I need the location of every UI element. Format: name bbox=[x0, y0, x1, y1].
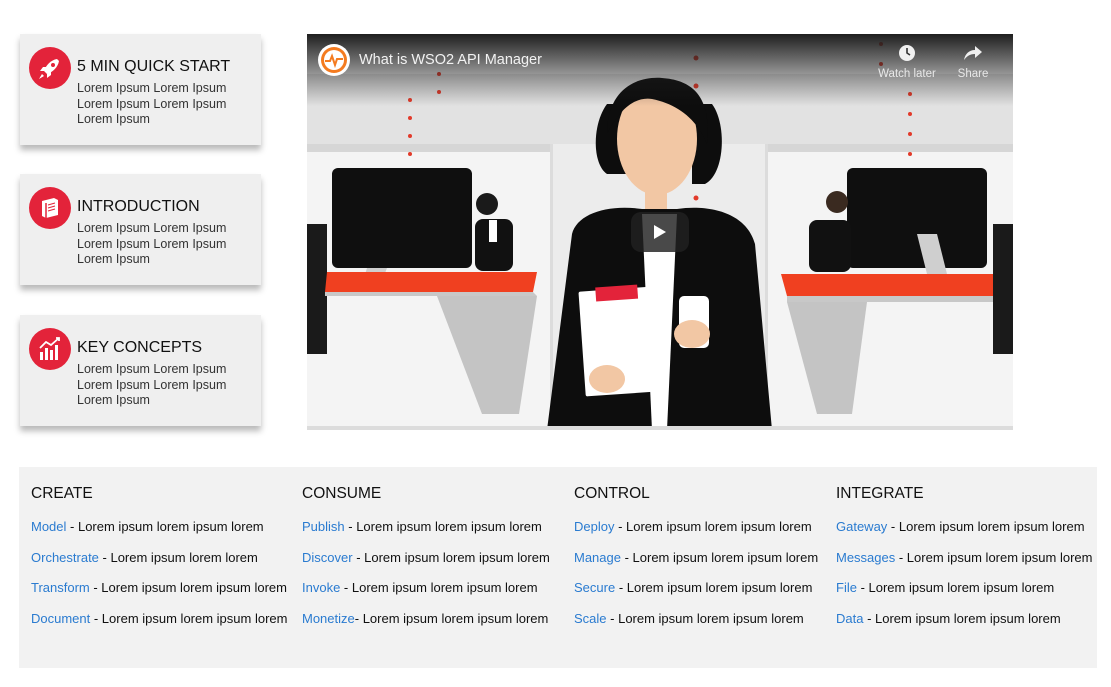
list-item: Transform - Lorem ipsum lorem ipsum lore… bbox=[31, 580, 287, 611]
link-secure[interactable]: Secure bbox=[574, 580, 615, 595]
link-model[interactable]: Model bbox=[31, 519, 66, 534]
list-item: Monetize- Lorem ipsum lorem ipsum lorem bbox=[302, 611, 550, 642]
item-text: - Lorem ipsum lorem ipsum lorem bbox=[340, 580, 538, 595]
column-heading: CONSUME bbox=[302, 485, 382, 502]
item-text: - Lorem ipsum lorem ipsum lorem bbox=[66, 519, 264, 534]
wso2-pulse-icon[interactable] bbox=[318, 44, 350, 76]
card-key-concepts[interactable]: KEY CONCEPTS Lorem Ipsum Lorem Ipsum Lor… bbox=[20, 315, 261, 426]
list-item: File - Lorem ipsum lorem ipsum lorem bbox=[836, 580, 1092, 611]
clock-icon bbox=[899, 45, 915, 61]
item-text: - Lorem ipsum lorem ipsum lorem bbox=[887, 519, 1085, 534]
item-text: - Lorem ipsum lorem ipsum lorem bbox=[856, 580, 1055, 595]
rocket-icon bbox=[29, 47, 71, 89]
list-item: Data - Lorem ipsum lorem ipsum lorem bbox=[836, 611, 1092, 642]
column-create: CREATE Model - Lorem ipsum lorem ipsum l… bbox=[31, 485, 287, 641]
book-icon bbox=[29, 187, 71, 229]
link-monetize[interactable]: Monetize bbox=[302, 611, 355, 626]
list-item: Manage - Lorem ipsum lorem ipsum lorem bbox=[574, 550, 818, 581]
item-text: - Lorem ipsum lorem ipsum lorem bbox=[614, 519, 812, 534]
item-text: - Lorem ipsum lorem ipsum lorem bbox=[615, 580, 813, 595]
item-text: - Lorem ipsum lorem ipsum lorem bbox=[606, 610, 804, 626]
card-title: 5 MIN QUICK START bbox=[77, 58, 231, 75]
link-file[interactable]: File bbox=[836, 580, 857, 595]
item-text: - Lorem ipsum lorem ipsum lorem bbox=[344, 519, 542, 534]
feature-panel: CREATE Model - Lorem ipsum lorem ipsum l… bbox=[19, 467, 1097, 668]
card-description: Lorem Ipsum Lorem Ipsum Lorem Ipsum Lore… bbox=[77, 362, 227, 407]
list-item: Orchestrate - Lorem ipsum lorem lorem bbox=[31, 550, 287, 581]
item-text: - Lorem ipsum lorem ipsum lorem bbox=[89, 580, 287, 595]
chart-icon bbox=[29, 328, 71, 370]
share-icon bbox=[964, 46, 982, 60]
item-text: - Lorem ipsum lorem ipsum lorem bbox=[90, 610, 288, 626]
list-item: Invoke - Lorem ipsum lorem ipsum lorem bbox=[302, 580, 550, 611]
card-description: Lorem Ipsum Lorem Ipsum Lorem Ipsum Lore… bbox=[77, 81, 227, 126]
card-description: Lorem Ipsum Lorem Ipsum Lorem Ipsum Lore… bbox=[77, 221, 227, 266]
link-scale[interactable]: Scale bbox=[574, 611, 607, 626]
link-transform[interactable]: Transform bbox=[31, 580, 90, 595]
item-text: - Lorem ipsum lorem ipsum lorem bbox=[620, 549, 819, 565]
card-quick-start[interactable]: 5 MIN QUICK START Lorem Ipsum Lorem Ipsu… bbox=[20, 34, 261, 145]
video-player[interactable]: What is WSO2 API Manager Watch later Sha… bbox=[307, 34, 1013, 430]
card-introduction[interactable]: INTRODUCTION Lorem Ipsum Lorem Ipsum Lor… bbox=[20, 174, 261, 285]
list-item: Deploy - Lorem ipsum lorem ipsum lorem bbox=[574, 519, 818, 550]
list-item: Model - Lorem ipsum lorem ipsum lorem bbox=[31, 519, 287, 550]
card-title: KEY CONCEPTS bbox=[77, 339, 203, 356]
list-item: Secure - Lorem ipsum lorem ipsum lorem bbox=[574, 580, 818, 611]
link-publish[interactable]: Publish bbox=[302, 519, 345, 534]
item-text: - Lorem ipsum lorem ipsum lorem bbox=[354, 610, 549, 626]
watch-later-button[interactable]: Watch later bbox=[877, 44, 937, 80]
column-consume: CONSUME Publish - Lorem ipsum lorem ipsu… bbox=[302, 485, 550, 641]
list-item: Gateway - Lorem ipsum lorem ipsum lorem bbox=[836, 519, 1092, 550]
link-orchestrate[interactable]: Orchestrate bbox=[31, 550, 99, 565]
card-title: INTRODUCTION bbox=[77, 198, 200, 215]
item-text: - Lorem ipsum lorem lorem bbox=[98, 549, 258, 565]
list-item: Discover - Lorem ipsum lorem ipsum lorem bbox=[302, 550, 550, 581]
share-label: Share bbox=[957, 68, 989, 80]
link-document[interactable]: Document bbox=[31, 611, 90, 626]
column-heading: CREATE bbox=[31, 485, 93, 502]
column-integrate: INTEGRATE Gateway - Lorem ipsum lorem ip… bbox=[836, 485, 1092, 641]
link-discover[interactable]: Discover bbox=[302, 550, 353, 565]
list-item: Scale - Lorem ipsum lorem ipsum lorem bbox=[574, 611, 818, 642]
column-heading: CONTROL bbox=[574, 485, 650, 502]
video-title[interactable]: What is WSO2 API Manager bbox=[359, 52, 542, 68]
item-text: - Lorem ipsum lorem ipsum lorem bbox=[863, 610, 1061, 626]
column-heading: INTEGRATE bbox=[836, 485, 924, 502]
play-icon bbox=[654, 225, 666, 239]
item-text: - Lorem ipsum lorem ipsum lorem bbox=[895, 549, 1093, 565]
list-item: Messages - Lorem ipsum lorem ipsum lorem bbox=[836, 550, 1092, 581]
link-invoke[interactable]: Invoke bbox=[302, 580, 340, 595]
link-gateway[interactable]: Gateway bbox=[836, 519, 887, 534]
watch-later-label: Watch later bbox=[878, 68, 936, 80]
link-manage[interactable]: Manage bbox=[574, 550, 621, 565]
play-button[interactable] bbox=[631, 212, 689, 252]
link-messages[interactable]: Messages bbox=[836, 550, 895, 565]
link-data[interactable]: Data bbox=[836, 611, 863, 626]
item-text: - Lorem ipsum lorem ipsum lorem bbox=[352, 549, 550, 565]
list-item: Publish - Lorem ipsum lorem ipsum lorem bbox=[302, 519, 550, 550]
column-control: CONTROL Deploy - Lorem ipsum lorem ipsum… bbox=[574, 485, 818, 641]
link-deploy[interactable]: Deploy bbox=[574, 519, 614, 534]
share-button[interactable]: Share bbox=[943, 44, 1003, 80]
list-item: Document - Lorem ipsum lorem ipsum lorem bbox=[31, 611, 287, 642]
